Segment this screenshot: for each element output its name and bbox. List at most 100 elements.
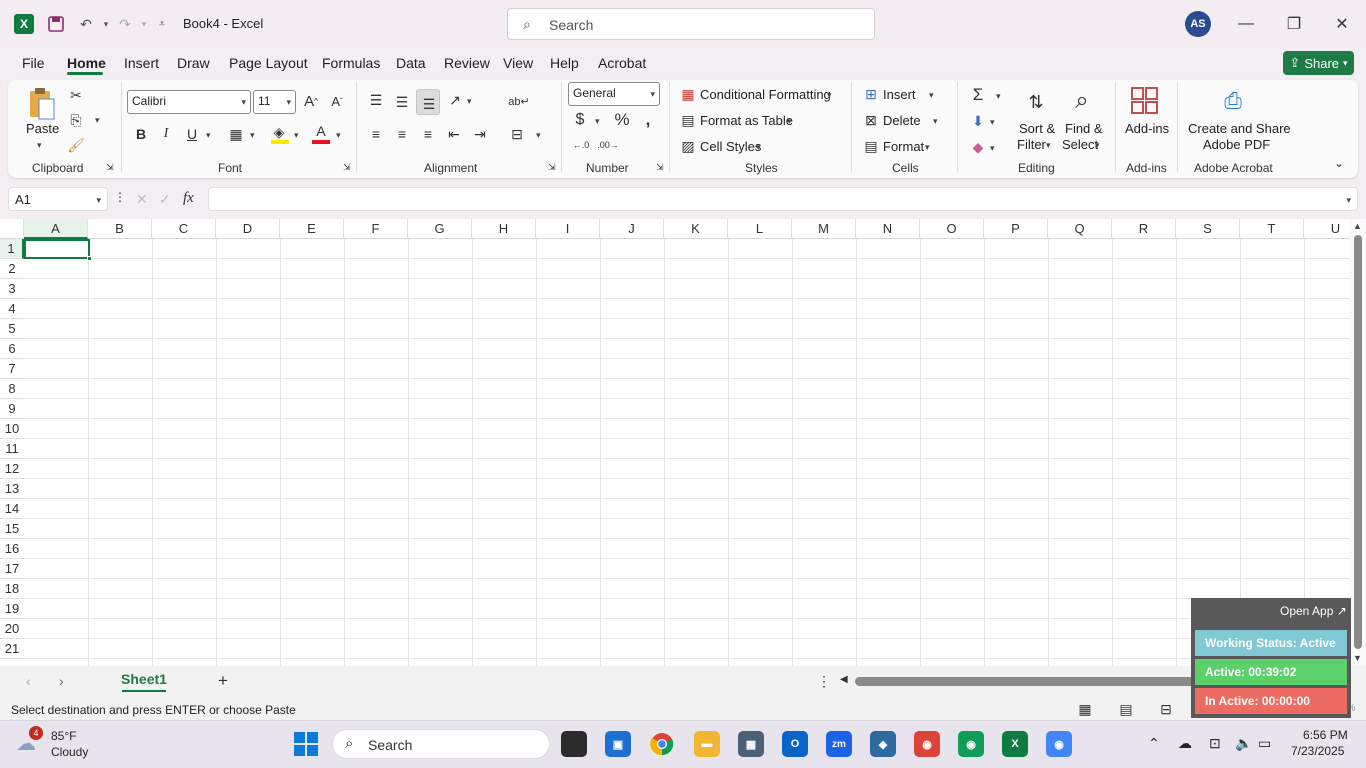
column-header[interactable]: H (472, 219, 536, 239)
row-header[interactable]: 7 (0, 359, 24, 379)
search-input[interactable]: ⌕ Search (507, 8, 875, 40)
minimize-icon[interactable]: — (1234, 12, 1258, 36)
row-header[interactable]: 19 (0, 599, 24, 619)
clear-icon[interactable]: ◆ (968, 137, 988, 157)
column-header[interactable]: B (88, 219, 152, 239)
chrome-profile-icon[interactable]: ◉ (1046, 731, 1072, 757)
fill-color-dropdown-icon[interactable]: ▾ (294, 130, 299, 141)
decrease-indent-icon[interactable]: ⇤ (444, 124, 464, 144)
currency-dropdown-icon[interactable]: ▾ (595, 116, 600, 127)
format-cells-button[interactable]: ▤ Format ▾ (863, 137, 943, 157)
autosum-dropdown-icon[interactable]: ▾ (996, 91, 1001, 102)
align-center-icon[interactable]: ≡ (392, 124, 412, 144)
increase-decimal-icon[interactable]: ←.0 (570, 136, 592, 154)
wrap-text-icon[interactable]: ab↵ (508, 90, 529, 112)
column-header[interactable]: I (536, 219, 600, 239)
share-button[interactable]: ⇪ Share ▾ (1283, 51, 1354, 75)
new-sheet-button[interactable]: + (218, 671, 228, 691)
horizontal-scroll-thumb[interactable] (855, 677, 1205, 686)
row-header[interactable]: 9 (0, 399, 24, 419)
column-header[interactable]: S (1176, 219, 1240, 239)
row-header[interactable]: 8 (0, 379, 24, 399)
paste-dropdown-icon[interactable]: ▾ (37, 140, 42, 151)
onedrive-icon[interactable]: ☁ (1178, 735, 1192, 752)
chrome-profile-icon[interactable]: ◉ (914, 731, 940, 757)
conditional-formatting-button[interactable]: ▦ Conditional Formatting ▾ (680, 85, 840, 105)
excel-taskbar-icon[interactable]: X (1002, 731, 1028, 757)
tab-page-layout[interactable]: Page Layout (229, 55, 308, 71)
page-break-view-icon[interactable]: ⊟ (1157, 700, 1175, 718)
open-app-link[interactable]: Open App ↗ (1280, 604, 1347, 618)
clock-date[interactable]: 7/23/2025 (1291, 744, 1344, 758)
autosum-icon[interactable]: Σ (968, 85, 988, 105)
copy-icon[interactable]: ⎘ (67, 111, 85, 129)
row-header[interactable]: 20 (0, 619, 24, 639)
sort-filter-icon[interactable]: ⇅ (1020, 86, 1052, 118)
tab-data[interactable]: Data (396, 55, 426, 71)
delete-cells-button[interactable]: ⊠ Delete ▾ (863, 111, 943, 131)
expand-formula-bar-icon[interactable]: ▾ (1346, 195, 1351, 206)
tab-review[interactable]: Review (444, 55, 490, 71)
tab-file[interactable]: File (22, 55, 45, 71)
tab-formulas[interactable]: Formulas (322, 55, 380, 71)
zoom-app-icon[interactable]: zm (826, 731, 852, 757)
active-cell[interactable] (24, 239, 92, 261)
insert-function-icon[interactable]: fx (183, 190, 194, 207)
alignment-launcher-icon[interactable]: ⇲ (548, 162, 556, 173)
copy-dropdown-icon[interactable]: ▾ (95, 115, 100, 126)
align-middle-icon[interactable]: ☰ (392, 92, 412, 112)
font-color-dropdown-icon[interactable]: ▾ (336, 130, 341, 141)
cancel-entry-icon[interactable]: ✕ (136, 191, 148, 208)
row-header[interactable]: 18 (0, 579, 24, 599)
merge-center-icon[interactable]: ⊟ (507, 124, 527, 144)
increase-font-icon[interactable]: A ^ (302, 92, 320, 110)
row-header[interactable]: 14 (0, 499, 24, 519)
insert-cells-button[interactable]: ⊞ Insert ▾ (863, 85, 943, 105)
row-header[interactable]: 16 (0, 539, 24, 559)
column-header[interactable]: D (216, 219, 280, 239)
font-size-select[interactable]: 11 ▾ (253, 90, 296, 114)
currency-icon[interactable]: $ (572, 110, 588, 130)
vertical-scrollbar[interactable]: ▲ ▼ (1350, 219, 1366, 666)
column-header[interactable]: L (728, 219, 792, 239)
align-bottom-button[interactable]: ☰ (416, 89, 440, 115)
create-share-label-line2[interactable]: Adobe PDF (1203, 137, 1270, 152)
find-select-icon[interactable]: ⌕ (1066, 84, 1098, 118)
vertical-scroll-thumb[interactable] (1354, 235, 1362, 649)
column-header[interactable]: P (984, 219, 1048, 239)
tab-insert[interactable]: Insert (124, 55, 159, 71)
weather-widget[interactable]: ☁ 4 (16, 726, 43, 755)
tab-help[interactable]: Help (550, 55, 579, 71)
merge-dropdown-icon[interactable]: ▾ (536, 130, 541, 141)
row-header[interactable]: 5 (0, 319, 24, 339)
normal-view-icon[interactable]: ▦ (1076, 700, 1094, 718)
undo-dropdown-icon[interactable]: ▾ (96, 14, 116, 34)
row-header[interactable]: 13 (0, 479, 24, 499)
file-explorer-icon[interactable]: ▬ (694, 731, 720, 757)
column-header[interactable]: C (152, 219, 216, 239)
weather-temperature[interactable]: 85°F (51, 729, 76, 743)
maximize-icon[interactable]: ❐ (1282, 12, 1306, 36)
number-launcher-icon[interactable]: ⇲ (656, 162, 664, 173)
weather-description[interactable]: Cloudy (51, 745, 88, 759)
undo-icon[interactable]: ↶ (76, 14, 96, 34)
italic-icon[interactable]: I (158, 125, 174, 143)
column-header[interactable]: A (24, 219, 88, 239)
number-format-select[interactable]: General ▾ (568, 82, 660, 106)
borders-icon[interactable]: ▦ (227, 125, 245, 143)
tab-home[interactable]: Home (67, 55, 106, 71)
underline-dropdown-icon[interactable]: ▾ (206, 130, 211, 141)
borders-dropdown-icon[interactable]: ▾ (250, 130, 255, 141)
collapse-ribbon-icon[interactable]: ⌄ (1334, 156, 1344, 170)
tab-view[interactable]: View (503, 55, 533, 71)
cut-icon[interactable]: ✂ (67, 86, 85, 104)
scroll-down-icon[interactable]: ▼ (1353, 653, 1362, 663)
column-header[interactable]: U (1304, 219, 1350, 239)
column-header[interactable]: G (408, 219, 472, 239)
decrease-font-icon[interactable]: Aˇ (328, 92, 346, 110)
fill-icon[interactable]: ⬇ (968, 111, 988, 131)
select-all-corner[interactable] (0, 219, 24, 239)
task-view-icon[interactable] (561, 731, 587, 757)
fill-handle[interactable] (87, 256, 92, 261)
column-header[interactable]: E (280, 219, 344, 239)
